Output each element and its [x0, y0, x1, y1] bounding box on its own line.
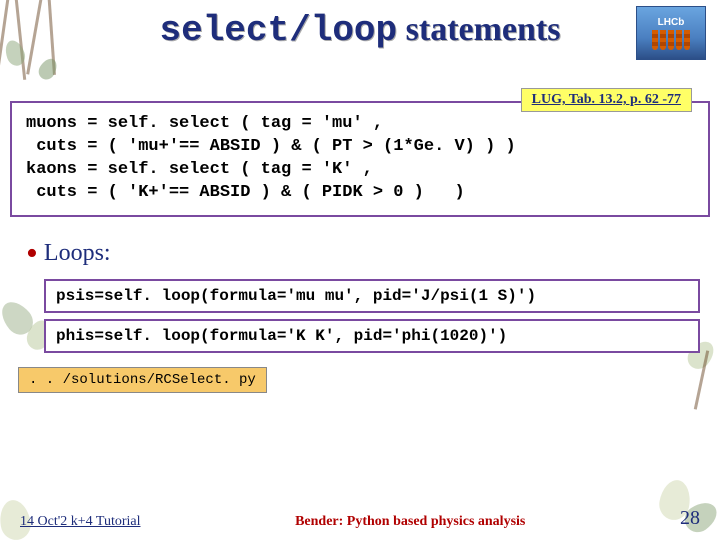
loops-heading: Loops:: [26, 235, 720, 273]
code-line-phis: phis=self. loop(formula='K K', pid='phi(…: [44, 319, 700, 353]
title-mono: select/loop: [160, 10, 398, 51]
code-block-main: muons = self. select ( tag = 'mu' , cuts…: [10, 101, 710, 217]
title-row: select/loop statements LHCb: [0, 0, 720, 51]
page-number: 28: [680, 507, 700, 530]
path-badge: . . /solutions/RCSelect. py: [18, 367, 267, 393]
title-rest: statements: [397, 11, 560, 48]
footer-mid: Bender: Python based physics analysis: [295, 514, 525, 530]
reference-badge: LUG, Tab. 13.2, p. 62 -77: [521, 88, 692, 112]
logo-graphic: [652, 30, 690, 50]
logo-text: LHCb: [658, 17, 685, 28]
footer: 14 Oct'2 k+4 Tutorial Bender: Python bas…: [0, 507, 720, 530]
code-line-psis: psis=self. loop(formula='mu mu', pid='J/…: [44, 279, 700, 313]
slide-title: select/loop statements: [160, 10, 561, 51]
lhcb-logo: LHCb: [636, 6, 706, 60]
footer-left: 14 Oct'2 k+4 Tutorial: [20, 514, 140, 530]
